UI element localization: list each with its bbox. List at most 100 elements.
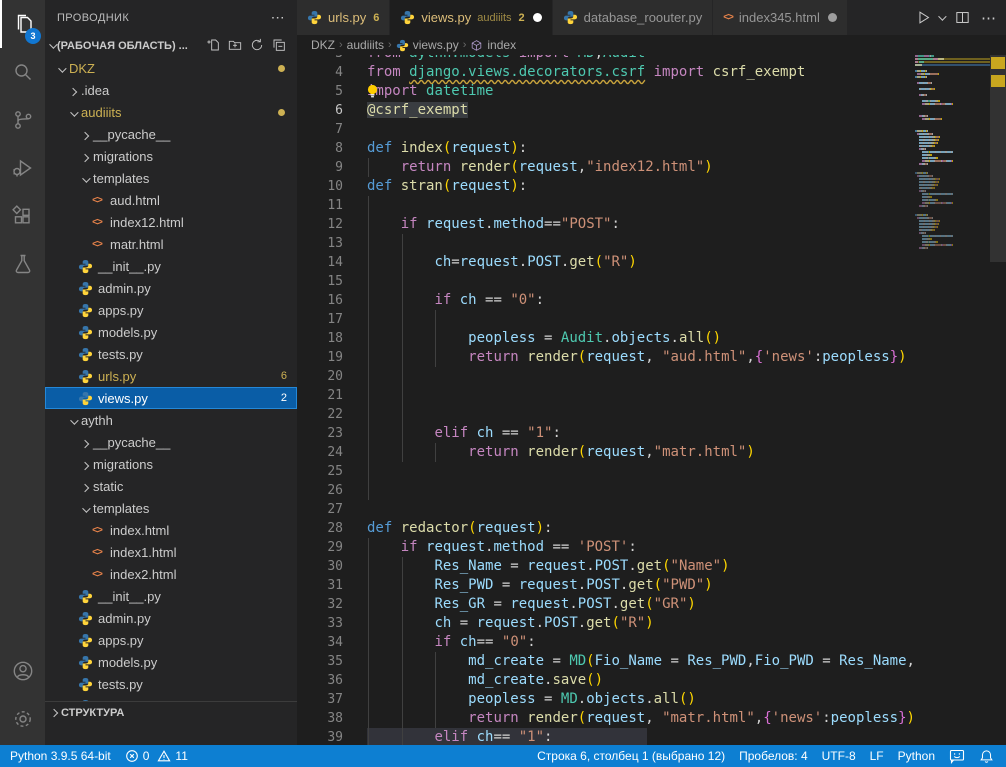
- refresh-icon[interactable]: [249, 37, 265, 56]
- run-file-icon[interactable]: [915, 9, 932, 26]
- tree-item-tests.py[interactable]: tests.py: [45, 673, 297, 695]
- tree-item-templates[interactable]: templates: [45, 497, 297, 519]
- tree-item-index1.html[interactable]: <>index1.html: [45, 541, 297, 563]
- tab-urls.py[interactable]: urls.py6: [297, 0, 390, 35]
- activity-files-icon[interactable]: 3: [0, 0, 45, 48]
- tree-item-index.html[interactable]: <>index.html: [45, 519, 297, 541]
- tree-item-label: DKZ: [69, 61, 95, 76]
- more-actions-icon[interactable]: ⋯: [981, 9, 996, 27]
- activity-extensions-icon[interactable]: [0, 192, 45, 240]
- tree-item-urls.py[interactable]: urls.py6: [45, 365, 297, 387]
- lightbulb-icon[interactable]: [367, 84, 379, 105]
- tree-item-migrations[interactable]: migrations: [45, 145, 297, 167]
- breadcrumb-item-dkz[interactable]: DKZ: [311, 38, 335, 52]
- tree-item-dkz[interactable]: DKZ: [45, 57, 297, 79]
- indent-guide: [368, 386, 369, 405]
- indent-guide: [402, 310, 403, 329]
- tree-item-matr.html[interactable]: <>matr.html: [45, 233, 297, 255]
- sidebar-more-actions-icon[interactable]: ⋯: [271, 9, 285, 26]
- activity-run-debug-icon[interactable]: [0, 144, 45, 192]
- collapse-all-icon[interactable]: [271, 37, 287, 56]
- chevron-down-icon[interactable]: [938, 15, 944, 21]
- code-editor[interactable]: 3456789101112131415161718192021222324252…: [297, 55, 1006, 745]
- tree-item-__pycache__[interactable]: __pycache__: [45, 123, 297, 145]
- html-icon: <>: [89, 236, 105, 252]
- tree-item-__pycache__[interactable]: __pycache__: [45, 431, 297, 453]
- activity-source-control-icon[interactable]: [0, 96, 45, 144]
- minimap[interactable]: [915, 55, 990, 745]
- workspace-section-header[interactable]: (РАБОЧАЯ ОБЛАСТЬ) ...: [45, 35, 297, 57]
- breadcrumb-item-views.py[interactable]: views.py: [396, 38, 459, 52]
- tree-item-__init__.py[interactable]: __init__.py: [45, 255, 297, 277]
- tree-item-tests.py[interactable]: tests.py: [45, 343, 297, 365]
- dirty-indicator-dot[interactable]: [533, 13, 542, 22]
- code-line-31: Res_PWD = request.POST.get("PWD"): [367, 576, 915, 595]
- line-number: 10: [297, 177, 367, 196]
- breadcrumb-item-index[interactable]: index: [470, 38, 516, 52]
- split-editor-icon[interactable]: [954, 9, 971, 26]
- tree-item-label: apps.py: [98, 303, 144, 318]
- tree-item-.idea[interactable]: .idea: [45, 79, 297, 101]
- indent-guide: [402, 386, 403, 405]
- tree-item-aythh[interactable]: aythh: [45, 409, 297, 431]
- code-line-19: return render(request, "aud.html",{'news…: [367, 348, 915, 367]
- feedback-icon[interactable]: [949, 749, 965, 764]
- encoding-status[interactable]: UTF-8: [822, 749, 856, 763]
- scrollbar[interactable]: [990, 55, 1006, 745]
- tree-item-migrations[interactable]: migrations: [45, 453, 297, 475]
- tree-item-label: aud.html: [110, 193, 160, 208]
- chevron-right-icon: [65, 83, 81, 98]
- new-folder-icon[interactable]: [227, 37, 243, 56]
- activity-search-icon[interactable]: [0, 48, 45, 96]
- code-line-34: if ch== "0":: [367, 633, 915, 652]
- activity-testing-flask-icon[interactable]: [0, 240, 45, 288]
- tab-index345.html[interactable]: <>index345.html: [713, 0, 848, 35]
- tab-database_roouter.py[interactable]: database_roouter.py: [553, 0, 714, 35]
- tree-item-views.py[interactable]: views.py2: [45, 387, 297, 409]
- tab-detail: audiiits: [477, 12, 511, 24]
- tree-item-apps.py[interactable]: apps.py: [45, 629, 297, 651]
- line-number: 30: [297, 557, 367, 576]
- tree-item-admin.py[interactable]: admin.py: [45, 607, 297, 629]
- breadcrumb-item-audiiits[interactable]: audiiits: [347, 38, 384, 52]
- tree-item-label: views.py: [98, 391, 148, 406]
- tree-item-index12.html[interactable]: <>index12.html: [45, 211, 297, 233]
- tab-views.py[interactable]: views.pyaudiiits2: [390, 0, 552, 35]
- tree-item-index2.html[interactable]: <>index2.html: [45, 563, 297, 585]
- modified-dot-badge: [278, 109, 285, 116]
- line-number: 32: [297, 595, 367, 614]
- tree-item-label: __init__.py: [98, 589, 161, 604]
- tree-item-admin.py[interactable]: admin.py: [45, 277, 297, 299]
- outline-section-header[interactable]: СТРУКТУРА: [45, 701, 297, 723]
- code-line-23: elif ch == "1":: [367, 424, 915, 443]
- dirty-indicator-dot[interactable]: [828, 13, 837, 22]
- code-line-22: [367, 405, 915, 424]
- activity-settings-gear-icon[interactable]: [0, 695, 45, 743]
- code-line-9: return render(request,"index12.html"): [367, 158, 915, 177]
- indent-guide: [368, 367, 369, 386]
- code-line-28: def redactor(request):: [367, 519, 915, 538]
- line-number: 15: [297, 272, 367, 291]
- tree-item-static[interactable]: static: [45, 475, 297, 497]
- python-interpreter-status[interactable]: Python 3.9.5 64-bit: [10, 749, 111, 763]
- new-file-icon[interactable]: [205, 37, 221, 56]
- python-icon: [77, 588, 93, 604]
- breadcrumb-separator: ›: [339, 39, 343, 51]
- activity-account-icon[interactable]: [0, 647, 45, 695]
- notifications-bell-icon[interactable]: [979, 749, 994, 764]
- tree-item-__init__.py[interactable]: __init__.py: [45, 585, 297, 607]
- tree-item-audiiits[interactable]: audiiits: [45, 101, 297, 123]
- problems-status[interactable]: 0 11: [125, 749, 188, 763]
- indentation-status[interactable]: Пробелов: 4: [739, 749, 808, 763]
- language-mode-status[interactable]: Python: [898, 749, 935, 763]
- tree-item-models.py[interactable]: models.py: [45, 321, 297, 343]
- tree-item-label: admin.py: [98, 611, 151, 626]
- tree-item-apps.py[interactable]: apps.py: [45, 299, 297, 321]
- tree-item-aud.html[interactable]: <>aud.html: [45, 189, 297, 211]
- eol-status[interactable]: LF: [870, 749, 884, 763]
- cursor-position-status[interactable]: Строка 6, столбец 1 (выбрано 12): [537, 749, 725, 763]
- breadcrumb: DKZ›audiiits›views.py›index: [297, 35, 1006, 55]
- tree-item-templates[interactable]: templates: [45, 167, 297, 189]
- tree-item-models.py[interactable]: models.py: [45, 651, 297, 673]
- code-lines: from aythh.models import MD,Auditfrom dj…: [367, 55, 915, 745]
